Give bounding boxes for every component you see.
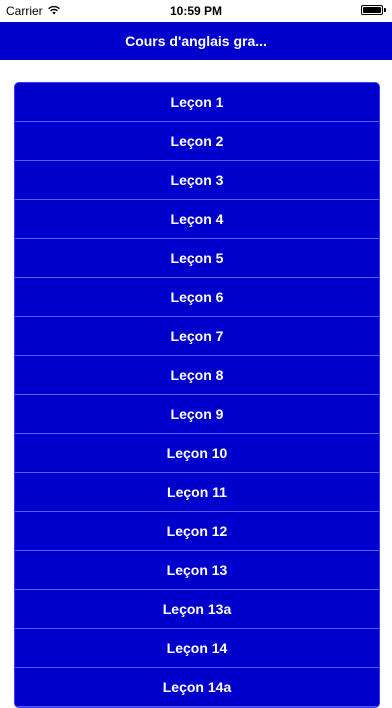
lesson-item-12[interactable]: Leçon 12: [15, 512, 379, 551]
lesson-list: Leçon 1 Leçon 2 Leçon 3 Leçon 4 Leçon 5 …: [14, 82, 380, 708]
nav-title: Cours d'anglais gra...: [125, 33, 267, 49]
nav-bar: Cours d'anglais gra...: [0, 22, 392, 60]
lesson-item-9[interactable]: Leçon 9: [15, 395, 379, 434]
lesson-item-7[interactable]: Leçon 7: [15, 317, 379, 356]
lesson-item-1[interactable]: Leçon 1: [15, 83, 379, 122]
status-time: 10:59 PM: [169, 4, 223, 18]
lesson-item-6[interactable]: Leçon 6: [15, 278, 379, 317]
lesson-item-10[interactable]: Leçon 10: [15, 434, 379, 473]
lesson-item-14[interactable]: Leçon 14: [15, 629, 379, 668]
lesson-item-11[interactable]: Leçon 11: [15, 473, 379, 512]
battery-icon: [361, 5, 386, 15]
lesson-item-14a[interactable]: Leçon 14a: [15, 668, 379, 707]
lesson-item-2[interactable]: Leçon 2: [15, 122, 379, 161]
status-bar: Carrier 10:59 PM: [0, 0, 392, 22]
lesson-item-13[interactable]: Leçon 13: [15, 551, 379, 590]
lesson-item-3[interactable]: Leçon 3: [15, 161, 379, 200]
lesson-item-5[interactable]: Leçon 5: [15, 239, 379, 278]
lesson-item-4[interactable]: Leçon 4: [15, 200, 379, 239]
lesson-item-8[interactable]: Leçon 8: [15, 356, 379, 395]
lesson-item-13a[interactable]: Leçon 13a: [15, 590, 379, 629]
